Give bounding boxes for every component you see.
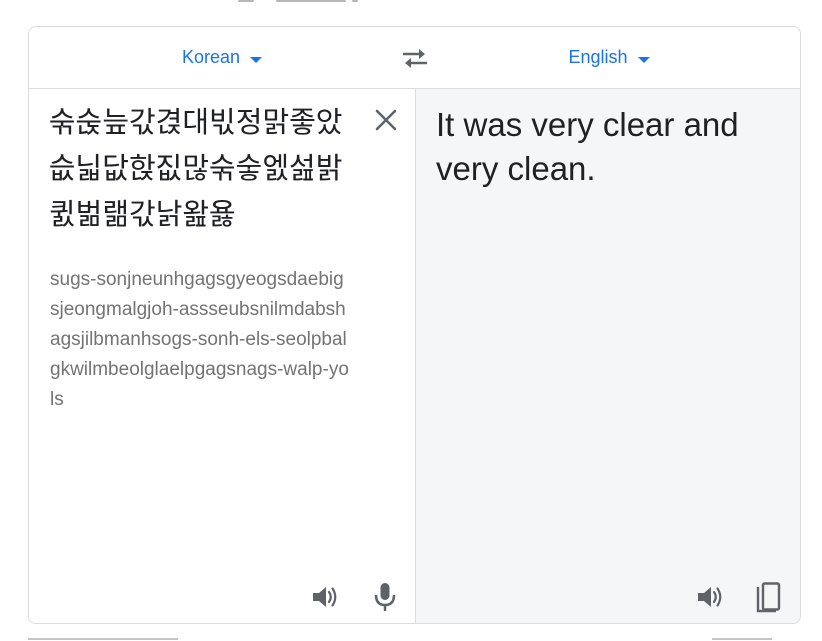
source-text-input[interactable]: 숚숝늪갃겭대빇정맑좋았슶닓닶핝짒많숚숳엜섪밝큀벎랢갃낡왎욣 bbox=[49, 99, 349, 237]
source-language-dropdown-icon bbox=[250, 56, 263, 63]
translate-card: Korean English 숚숝늪갃겭대빇정맑좋았슶닓닶핝짒많숚숳엜섪밝큀벎랢… bbox=[28, 26, 801, 624]
target-pane: It was very clear and very clean. bbox=[416, 89, 800, 623]
cropped-text-below-left bbox=[28, 636, 188, 641]
copy-translation-button[interactable] bbox=[752, 580, 786, 614]
cropped-text-above bbox=[232, 0, 362, 4]
translation-output: It was very clear and very clean. bbox=[436, 106, 739, 187]
speaker-icon bbox=[698, 587, 722, 607]
source-language-selector[interactable]: Korean bbox=[29, 27, 415, 88]
clear-source-button[interactable] bbox=[372, 106, 400, 134]
source-transliteration: sugs-sonjneunhgagsgyeogsdaebigsjeongmalg… bbox=[50, 269, 349, 410]
target-language-dropdown-icon bbox=[637, 56, 650, 63]
close-icon bbox=[375, 109, 397, 131]
language-bar: Korean English bbox=[29, 27, 800, 89]
microphone-icon bbox=[374, 583, 396, 611]
speaker-icon bbox=[313, 587, 337, 607]
target-language-label: English bbox=[568, 47, 628, 67]
microphone-button[interactable] bbox=[368, 580, 402, 614]
translate-page: Korean English 숚숝늪갃겭대빇정맑좋았슶닓닶핝짒많숚숳엜섪밝큀벎랢… bbox=[0, 0, 822, 641]
target-listen-button[interactable] bbox=[693, 580, 727, 614]
source-language-label: Korean bbox=[181, 47, 241, 67]
target-language-selector[interactable]: English bbox=[416, 27, 800, 88]
cropped-text-below-right bbox=[712, 636, 782, 641]
source-pane: 숚숝늪갃겭대빇정맑좋았슶닓닶핝짒많숚숳엜섪밝큀벎랢갃낡왎욣 sugs-sonjn… bbox=[29, 89, 416, 623]
copy-icon bbox=[756, 582, 781, 613]
source-listen-button[interactable] bbox=[308, 580, 342, 614]
